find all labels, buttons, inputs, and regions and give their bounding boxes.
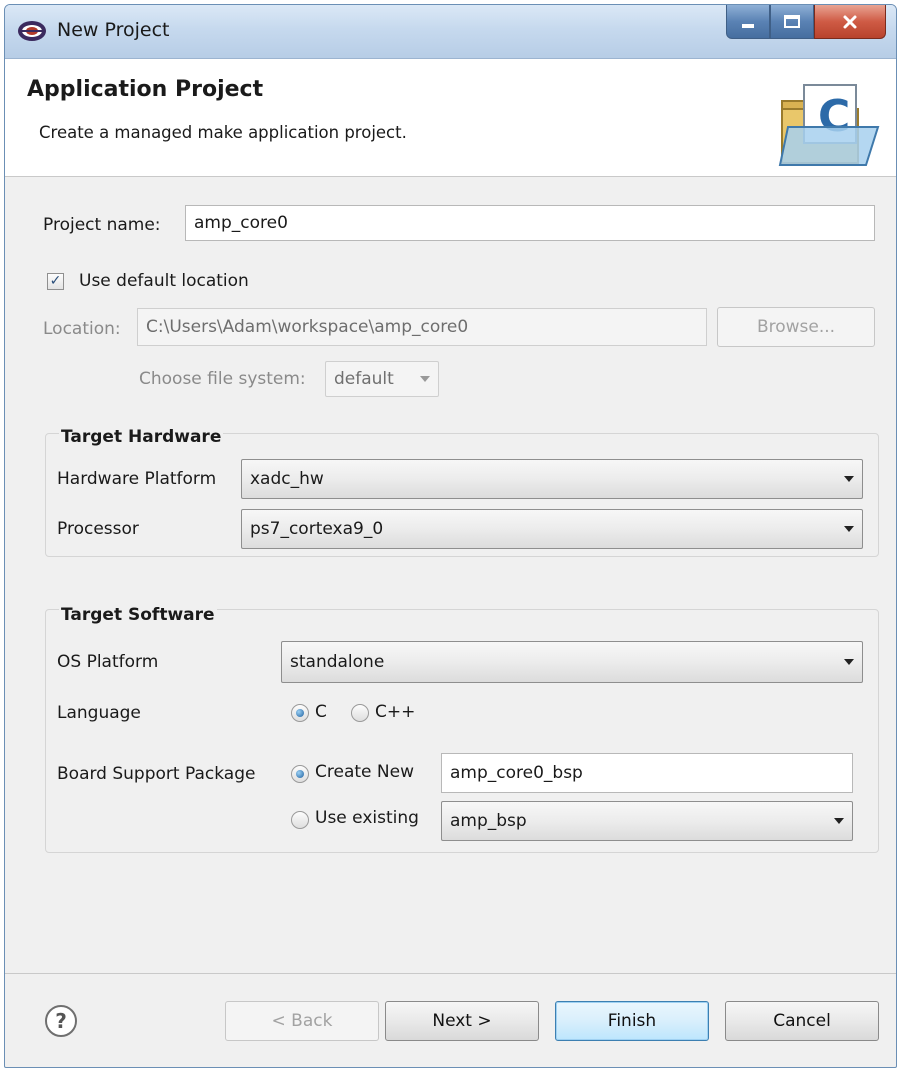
next-button[interactable]: Next >	[385, 1001, 539, 1041]
maximize-icon	[784, 15, 800, 28]
language-cpp-label: C++	[375, 702, 416, 722]
maximize-button[interactable]	[770, 5, 814, 39]
browse-button[interactable]: Browse...	[717, 307, 875, 347]
minimize-icon	[742, 23, 754, 28]
language-label: Language	[57, 703, 141, 723]
file-system-label: Choose file system:	[139, 369, 306, 389]
bsp-create-new-label: Create New	[315, 762, 414, 782]
bsp-existing-select[interactable]: amp_bsp	[441, 801, 853, 841]
title-bar[interactable]: New Project	[5, 5, 896, 59]
wizard-banner: Application Project Create a managed mak…	[5, 59, 896, 177]
help-icon[interactable]: ?	[45, 1005, 77, 1037]
language-c-radio[interactable]	[291, 704, 309, 722]
back-button[interactable]: < Back	[225, 1001, 379, 1041]
dropdown-arrow-icon	[844, 659, 854, 665]
cancel-button[interactable]: Cancel	[725, 1001, 879, 1041]
language-c-label: C	[315, 702, 327, 722]
hardware-platform-select[interactable]: xadc_hw	[241, 459, 863, 499]
window-controls	[726, 5, 886, 45]
checkmark-icon: ✓	[49, 273, 62, 289]
os-platform-label: OS Platform	[57, 652, 159, 672]
file-system-value: default	[334, 369, 394, 389]
bsp-create-new-radio[interactable]	[291, 765, 309, 783]
bsp-name-input[interactable]: amp_core0_bsp	[441, 753, 853, 793]
bsp-label: Board Support Package	[57, 764, 256, 784]
dropdown-arrow-icon	[844, 526, 854, 532]
new-project-dialog: New Project Application Project Create a…	[4, 4, 897, 1068]
use-default-location-checkbox[interactable]: ✓	[47, 273, 64, 290]
window-title: New Project	[57, 19, 170, 41]
bsp-use-existing-label: Use existing	[315, 808, 419, 828]
hardware-platform-value: xadc_hw	[250, 469, 324, 489]
target-software-title: Target Software	[59, 605, 217, 625]
dropdown-arrow-icon	[420, 376, 430, 382]
target-hardware-title: Target Hardware	[59, 427, 224, 447]
page-description: Create a managed make application projec…	[39, 123, 407, 142]
processor-label: Processor	[57, 519, 139, 539]
project-name-input[interactable]: amp_core0	[185, 205, 875, 241]
use-default-location-label: Use default location	[79, 271, 249, 291]
close-button[interactable]	[814, 5, 886, 39]
dropdown-arrow-icon	[844, 476, 854, 482]
dropdown-arrow-icon	[834, 818, 844, 824]
eclipse-app-icon	[18, 21, 46, 41]
location-label: Location:	[43, 319, 121, 339]
project-name-label: Project name:	[43, 215, 161, 235]
finish-button[interactable]: Finish	[555, 1001, 709, 1041]
location-input[interactable]: C:\Users\Adam\workspace\amp_core0	[137, 308, 707, 346]
footer-divider	[5, 973, 896, 974]
close-icon	[843, 15, 857, 28]
bsp-existing-value: amp_bsp	[450, 811, 527, 831]
os-platform-value: standalone	[290, 652, 385, 672]
os-platform-select[interactable]: standalone	[281, 641, 863, 683]
minimize-button[interactable]	[726, 5, 770, 39]
hardware-platform-label: Hardware Platform	[57, 469, 217, 489]
file-system-select[interactable]: default	[325, 361, 439, 397]
processor-value: ps7_cortexa9_0	[250, 519, 384, 539]
c-project-folder-icon: C	[778, 84, 880, 166]
page-title: Application Project	[27, 77, 264, 102]
bsp-use-existing-radio[interactable]	[291, 811, 309, 829]
processor-select[interactable]: ps7_cortexa9_0	[241, 509, 863, 549]
language-cpp-radio[interactable]	[351, 704, 369, 722]
